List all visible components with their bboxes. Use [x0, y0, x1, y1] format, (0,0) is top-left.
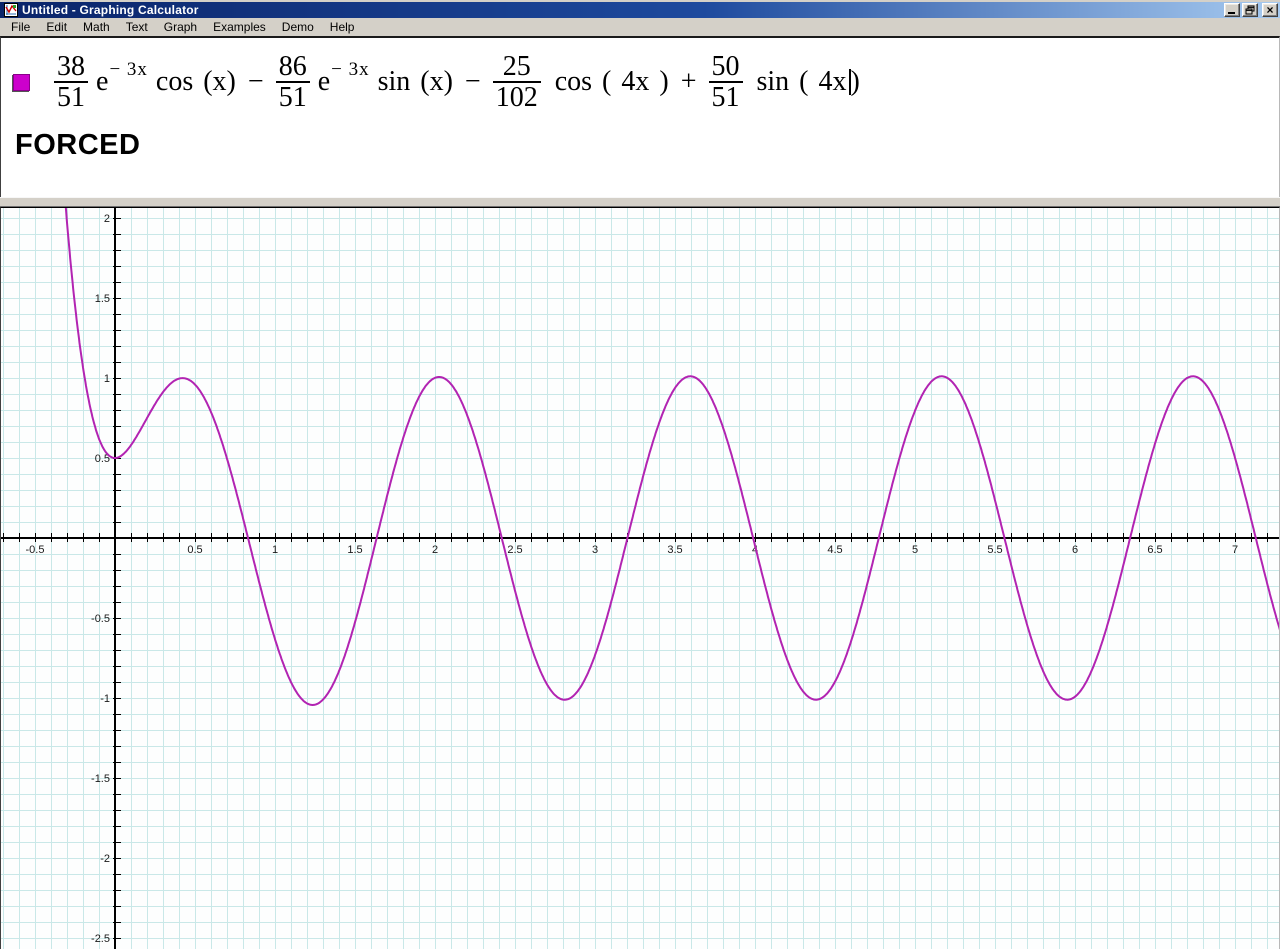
menu-math[interactable]: Math [75, 19, 118, 36]
title-bar[interactable]: Untitled - Graphing Calculator × [0, 0, 1280, 18]
plot-background [1, 208, 1279, 949]
fraction-numerator: 25 [502, 51, 531, 82]
fraction-denominator: 102 [492, 81, 541, 113]
x-tick-label: 3.5 [667, 544, 682, 556]
restore-button[interactable] [1242, 3, 1258, 17]
trig-function: sin (x) [377, 66, 453, 98]
fraction-numerator: 50 [711, 51, 740, 82]
operator: − [247, 66, 264, 98]
exp-base: e [317, 66, 331, 98]
trig-function-close: ) [850, 66, 860, 98]
fraction: 38 51 [54, 52, 88, 113]
operator: + [680, 66, 697, 98]
close-icon: × [1266, 3, 1274, 17]
app-icon [4, 3, 18, 17]
menu-bar: File Edit Math Text Graph Examples Demo … [0, 18, 1280, 36]
fraction-denominator: 51 [54, 81, 88, 113]
x-tick-label: 0.5 [187, 544, 202, 556]
x-tick-label: -0.5 [26, 544, 45, 556]
operator: − [464, 66, 481, 98]
equation-pane: 38 51 e − 3x cos (x) −86 51 e − 3x sin (x) −25 102 c… [0, 36, 1280, 197]
x-tick-label: 6.5 [1147, 544, 1162, 556]
fraction: 86 51 [275, 51, 310, 113]
x-tick-label: 5.5 [987, 544, 1002, 556]
y-tick-label: -0.5 [91, 613, 110, 625]
fraction-denominator: 51 [275, 81, 310, 113]
close-button[interactable]: × [1262, 3, 1278, 17]
app-window: Untitled - Graphing Calculator × File Ed… [0, 0, 1280, 949]
fraction-numerator: 86 [278, 51, 307, 82]
graph-svg[interactable]: -0.5 0.5 1 1.5 2 2.5 3 3.5 4 4.5 5 5.5 6 6.5 721.510.5… [1, 208, 1279, 949]
x-tick-label: 1 [272, 544, 278, 556]
x-tick-label: 5 [912, 544, 918, 556]
exp-superscript: − 3x [331, 59, 370, 81]
y-tick-label: -2.5 [91, 933, 110, 945]
fraction-denominator: 51 [708, 81, 743, 113]
x-tick-label: 2 [432, 544, 438, 556]
y-tick-label: 2 [104, 213, 110, 225]
menu-help[interactable]: Help [322, 19, 363, 36]
fraction-numerator: 38 [57, 51, 85, 82]
graph-pane[interactable]: -0.5 0.5 1 1.5 2 2.5 3 3.5 4 4.5 5 5.5 6 6.5 7 2 1.5 1 0.5… [0, 207, 1280, 949]
menu-edit[interactable]: Edit [38, 19, 75, 36]
restore-icon [1245, 5, 1255, 15]
equation-editor[interactable]: 38 51 e − 3x cos (x) −86 51 e − 3x sin (x) −25 102 c… [1, 38, 1279, 113]
x-tick-label: 4.5 [827, 544, 842, 556]
menu-file[interactable]: File [3, 19, 38, 36]
x-tick-label: 1.5 [347, 544, 362, 556]
curve-color-swatch[interactable] [13, 73, 30, 91]
minimize-icon [1228, 12, 1235, 14]
menu-demo[interactable]: Demo [274, 19, 322, 36]
menu-examples[interactable]: Examples [205, 19, 274, 36]
x-tick-label: 7 [1232, 544, 1238, 556]
exp-superscript: − 3x [109, 59, 148, 81]
trig-function: cos (x) [155, 66, 236, 98]
y-tick-label: 1.5 [95, 293, 110, 305]
minimize-button[interactable] [1224, 3, 1240, 17]
fraction: 50 51 [708, 51, 743, 113]
y-tick-label: -2 [100, 853, 110, 865]
y-tick-label: 1 [104, 373, 110, 385]
trig-function: sin ( 4x [756, 66, 847, 98]
x-tick-label: 2.5 [507, 544, 522, 556]
y-tick-label: -1 [100, 693, 110, 705]
exp-base: e [96, 66, 109, 98]
x-tick-label: 6 [1072, 544, 1078, 556]
pane-splitter[interactable] [0, 197, 1280, 207]
trig-function: cos ( 4x ) [554, 66, 669, 98]
x-tick-label: 3 [592, 544, 598, 556]
menu-graph[interactable]: Graph [156, 19, 205, 36]
fraction: 25 102 [492, 51, 541, 113]
window-controls: × [1224, 3, 1278, 17]
annotation-text[interactable]: FORCED [15, 129, 1279, 162]
menu-text[interactable]: Text [118, 19, 156, 36]
y-tick-label: -1.5 [91, 773, 110, 785]
window-title: Untitled - Graphing Calculator [22, 3, 199, 17]
